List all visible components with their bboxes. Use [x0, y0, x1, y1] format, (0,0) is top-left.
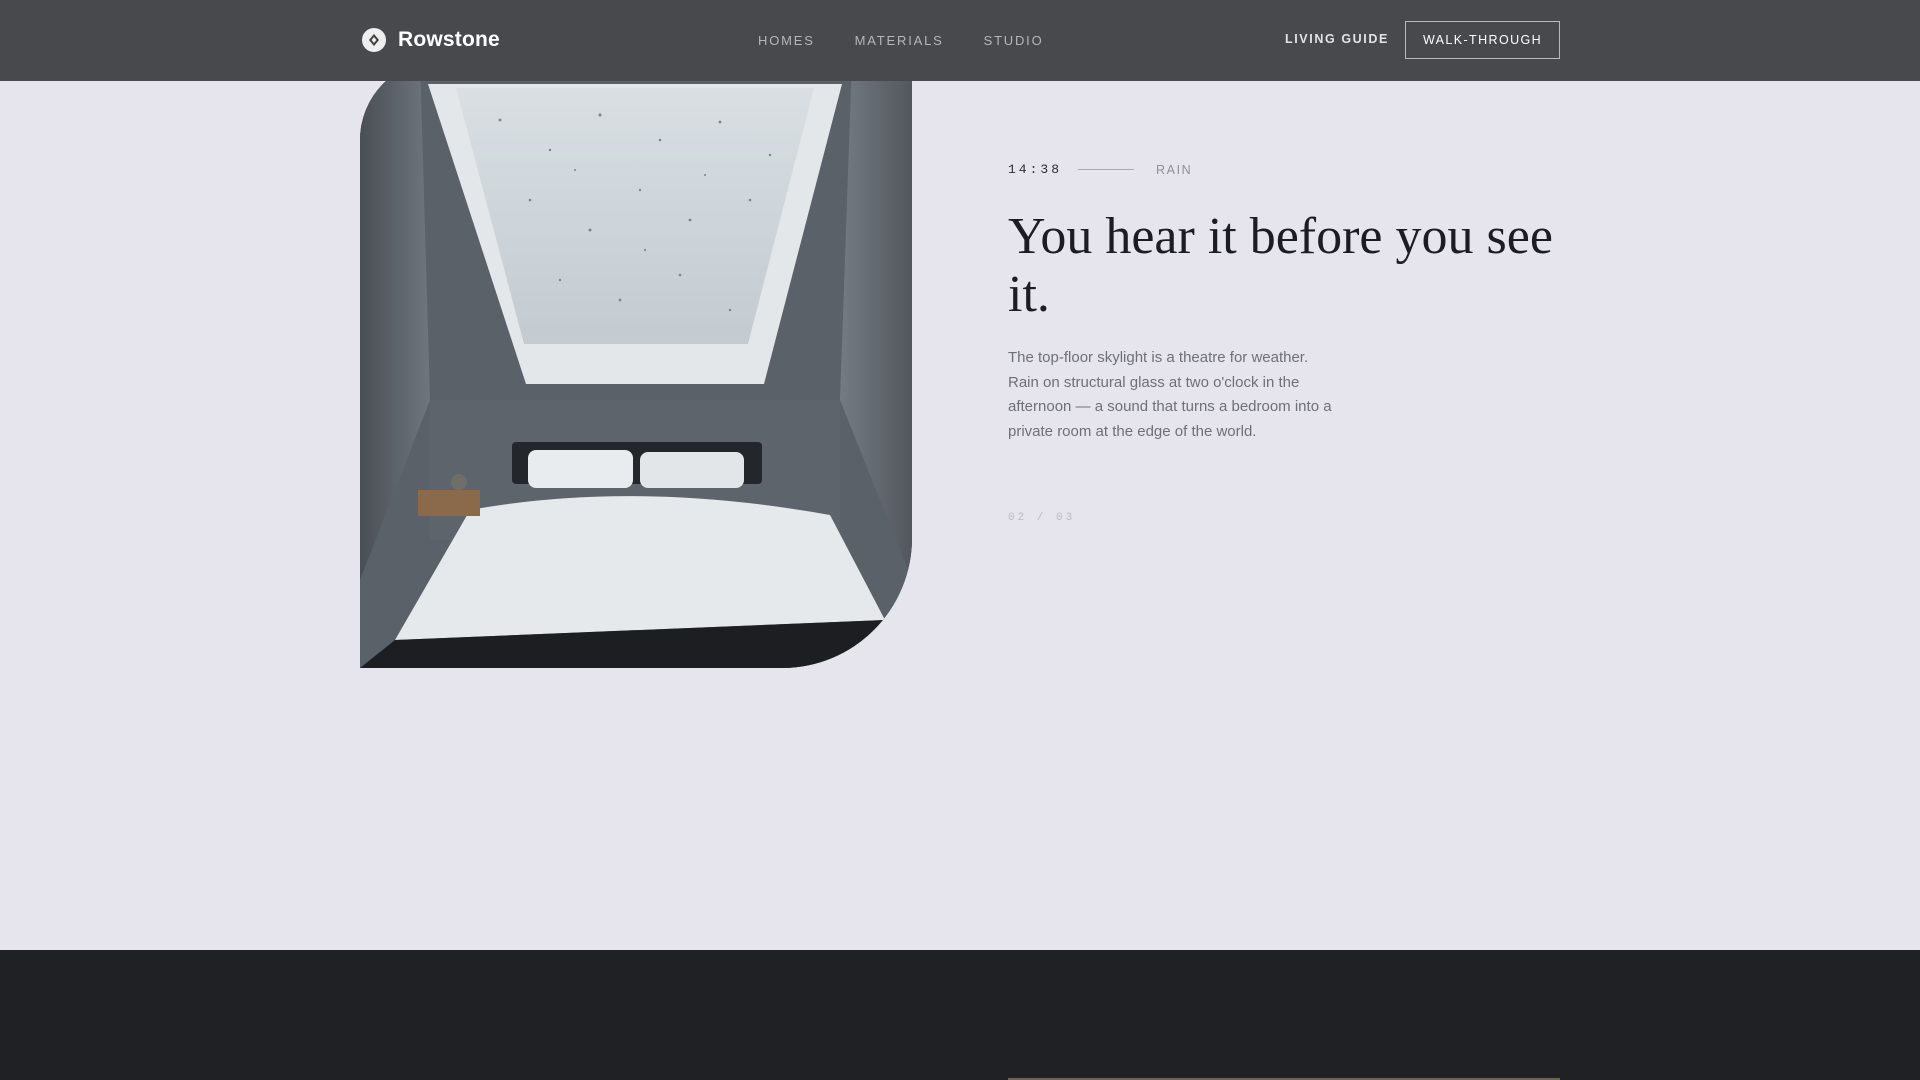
living-guide-link[interactable]: LIVING GUIDE — [1285, 32, 1389, 46]
nav-link-studio[interactable]: STUDIO — [984, 33, 1044, 48]
top-navigation-bar: Rowstone HOMES MATERIALS STUDIO LIVING G… — [0, 0, 1920, 81]
scene-time: 14:38 — [1008, 162, 1063, 177]
scene-headline: You hear it before you see it. — [1008, 208, 1553, 323]
bedroom-skylight-photo — [360, 60, 912, 668]
walk-through-button[interactable]: WALK-THROUGH — [1405, 21, 1560, 59]
rowstone-logo-icon — [362, 28, 386, 52]
brand-link[interactable]: Rowstone — [362, 25, 500, 55]
scene-tag: RAIN — [1156, 162, 1193, 177]
meta-divider — [1078, 169, 1135, 170]
scene-description: The top-floor skylight is a theatre for … — [1008, 349, 1332, 440]
brand-name: Rowstone — [398, 28, 500, 51]
nav-link-homes[interactable]: HOMES — [758, 33, 815, 48]
slide-pager: 02 / 03 — [1008, 512, 1076, 524]
nav-link-materials[interactable]: MATERIALS — [855, 33, 944, 48]
scene-meta: 14:38 RAIN — [1008, 162, 1192, 177]
main-nav: HOMES MATERIALS STUDIO — [758, 33, 1044, 48]
next-section — [0, 950, 1920, 1080]
